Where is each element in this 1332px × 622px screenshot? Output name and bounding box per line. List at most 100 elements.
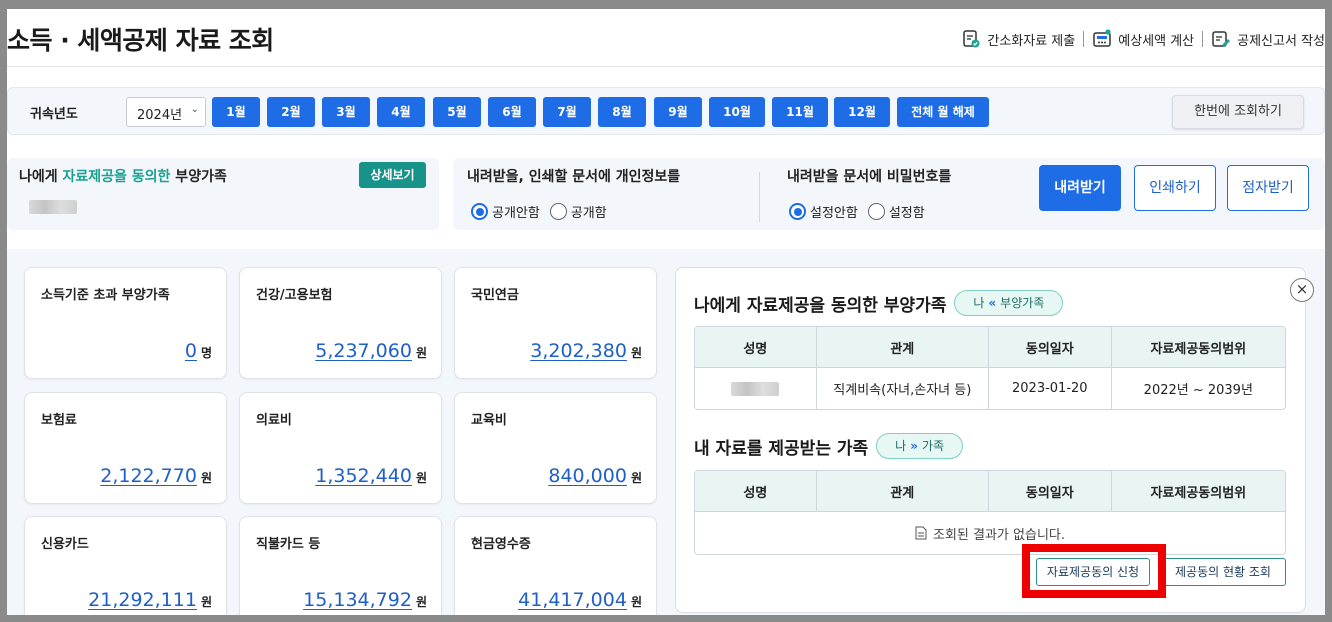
stat-card-cash-receipt[interactable]: 현금영수증 41,417,004 원 <box>454 516 657 615</box>
highlight-box <box>1022 544 1166 598</box>
receiving-table: 성명 관계 동의일자 자료제공동의범위 조회된 결과가 없습니다. <box>694 470 1286 555</box>
consenting-table: 성명 관계 동의일자 자료제공동의범위 직계비속(자녀,손자녀 등) 2023-… <box>694 326 1286 410</box>
stat-card-education[interactable]: 교육비 840,000 원 <box>454 392 657 504</box>
cell-relation: 직계비속(자녀,손자녀 등) <box>817 368 990 409</box>
stat-card-national-pension[interactable]: 국민연금 3,202,380 원 <box>454 267 657 379</box>
stat-value-link[interactable]: 3,202,380 <box>530 340 627 362</box>
consenting-dependents-box: 나에게 자료제공을 동의한 부양가족 상세보기 <box>7 158 439 230</box>
month-button-10[interactable]: 10월 <box>709 97 765 127</box>
summary-area: 소득기준 초과 부양가족 0명 건강/고용보험 5,237,060 원 국민연금 … <box>7 249 1325 615</box>
stat-card-insurance[interactable]: 보험료 2,122,770 원 <box>24 392 227 504</box>
month-button-12[interactable]: 12월 <box>834 97 890 127</box>
double-arrow-left-icon: « <box>988 296 997 310</box>
blurred-name <box>29 200 77 214</box>
cell-range: 2022년 ~ 2039년 <box>1143 383 1253 398</box>
link-divider <box>1083 31 1085 47</box>
stat-label: 국민연금 <box>471 288 519 303</box>
app-frame: 소득 · 세액공제 자료 조회 간소화자료 제출 예상세액 계산 공제신고서 작… <box>7 9 1325 615</box>
stat-label: 건강/고용보험 <box>256 288 333 303</box>
braille-button[interactable]: 점자받기 <box>1227 165 1309 211</box>
stat-value-link[interactable]: 1,352,440 <box>315 465 412 487</box>
empty-result: 조회된 결과가 없습니다. <box>695 512 1285 554</box>
blurred-name <box>731 381 780 396</box>
submit-simplified-link[interactable]: 간소화자료 제출 <box>961 29 1075 49</box>
consent-detail-panel: × 나에게 자료제공을 동의한 부양가족 나 «부양가족 성명 관계 동의일자 자… <box>675 267 1314 613</box>
stat-card-medical[interactable]: 의료비 1,352,440 원 <box>239 392 442 504</box>
year-label: 귀속년도 <box>30 107 78 122</box>
write-declaration-label: 공제신고서 작성 <box>1237 33 1325 49</box>
year-select[interactable]: 2024년 ⌄ <box>126 97 206 127</box>
doc-edit-icon <box>1212 31 1231 47</box>
page-title: 소득 · 세액공제 자료 조회 <box>7 26 274 55</box>
stat-card-excess-dependents[interactable]: 소득기준 초과 부양가족 0명 <box>24 267 227 379</box>
estimate-tax-label: 예상세액 계산 <box>1118 33 1195 49</box>
table-header: 성명 관계 동의일자 자료제공동의범위 <box>695 327 1285 368</box>
radio-no-password-label: 설정안함 <box>810 206 858 221</box>
month-button-3[interactable]: 3월 <box>322 97 370 127</box>
document-options-box: 내려받을, 인쇄할 문서에 개인정보를 공개안함 공개함 내려받을 문서에 비밀… <box>453 158 1325 230</box>
radio-set-password-label: 설정함 <box>888 206 925 221</box>
month-button-1[interactable]: 1월 <box>212 97 260 127</box>
month-button-7[interactable]: 7월 <box>543 97 591 127</box>
direction-pill: 나 «부양가족 <box>954 290 1064 316</box>
clear-all-months-button[interactable]: 전체 월 해제 <box>897 97 989 127</box>
table-row: 직계비속(자녀,손자녀 등) 2023-01-20 2022년 ~ 2039년 <box>695 368 1285 409</box>
stat-card-health-insurance[interactable]: 건강/고용보험 5,237,060 원 <box>239 267 442 379</box>
dependents-title: 나에게 자료제공을 동의한 부양가족 <box>19 169 227 185</box>
stat-value-link[interactable]: 15,134,792 <box>303 589 412 611</box>
stat-unit: 원 <box>200 471 212 485</box>
year-filter-bar: 귀속년도 2024년 ⌄ 1월 2월 3월 4월 5월 6월 7월 8월 9월 … <box>7 87 1325 135</box>
month-button-2[interactable]: 2월 <box>267 97 315 127</box>
stat-label: 소득기준 초과 부양가족 <box>41 288 170 303</box>
top-links: 간소화자료 제출 예상세액 계산 공제신고서 작성 <box>961 29 1325 49</box>
write-declaration-link[interactable]: 공제신고서 작성 <box>1211 29 1325 49</box>
stat-label: 현금영수증 <box>471 537 531 552</box>
chevron-down-icon: ⌄ <box>190 104 199 115</box>
calculator-icon <box>1093 29 1111 47</box>
stat-value-link[interactable]: 0 <box>185 340 197 362</box>
stat-value-link[interactable]: 2,122,770 <box>100 465 197 487</box>
radio-set-password[interactable] <box>867 203 885 220</box>
month-button-8[interactable]: 8월 <box>598 97 646 127</box>
col-date: 동의일자 <box>989 471 1112 511</box>
col-date: 동의일자 <box>989 327 1112 367</box>
radio-show-personal-label: 공개함 <box>570 206 607 221</box>
estimate-tax-link[interactable]: 예상세액 계산 <box>1092 29 1194 49</box>
month-button-4[interactable]: 4월 <box>377 97 425 127</box>
stat-value-link[interactable]: 21,292,111 <box>88 589 197 611</box>
radio-hide-personal-label: 공개안함 <box>492 206 540 221</box>
stat-card-credit-card[interactable]: 신용카드 21,292,111 원 <box>24 516 227 615</box>
doc-check-icon <box>963 30 980 48</box>
empty-result-text: 조회된 결과가 없습니다. <box>933 527 1065 543</box>
stat-unit: 원 <box>200 595 212 609</box>
link-divider <box>1202 31 1204 47</box>
stat-value-link[interactable]: 840,000 <box>548 465 627 487</box>
month-button-6[interactable]: 6월 <box>488 97 536 127</box>
stat-unit: 원 <box>415 346 427 360</box>
radio-show-personal[interactable] <box>549 203 567 220</box>
download-button[interactable]: 내려받기 <box>1039 165 1121 211</box>
month-button-5[interactable]: 5월 <box>433 97 481 127</box>
submit-simplified-label: 간소화자료 제출 <box>987 33 1076 49</box>
consent-status-button[interactable]: 제공동의 현황 조회 <box>1160 558 1286 586</box>
stat-unit: 원 <box>415 471 427 485</box>
options-divider <box>759 172 760 222</box>
view-detail-button[interactable]: 상세보기 <box>359 162 426 188</box>
password-title: 내려받을 문서에 비밀번호를 <box>787 169 952 185</box>
year-select-value: 2024년 <box>137 108 183 123</box>
radio-hide-personal[interactable] <box>471 203 488 220</box>
query-all-button[interactable]: 한번에 조회하기 <box>1172 95 1304 129</box>
radio-no-password[interactable] <box>789 203 806 220</box>
double-arrow-right-icon: » <box>910 439 918 453</box>
stat-value-link[interactable]: 41,417,004 <box>518 589 627 611</box>
stat-label: 직불카드 등 <box>256 537 321 552</box>
stat-value-link[interactable]: 5,237,060 <box>315 340 412 362</box>
cell-date: 2023-01-20 <box>989 368 1112 409</box>
print-button[interactable]: 인쇄하기 <box>1134 165 1216 211</box>
close-icon[interactable]: × <box>1290 278 1314 302</box>
stat-card-debit-card[interactable]: 직불카드 등 15,134,792 원 <box>239 516 442 615</box>
col-name: 성명 <box>695 471 817 511</box>
month-button-11[interactable]: 11월 <box>772 97 828 127</box>
month-button-9[interactable]: 9월 <box>654 97 702 127</box>
stat-label: 교육비 <box>471 413 507 428</box>
